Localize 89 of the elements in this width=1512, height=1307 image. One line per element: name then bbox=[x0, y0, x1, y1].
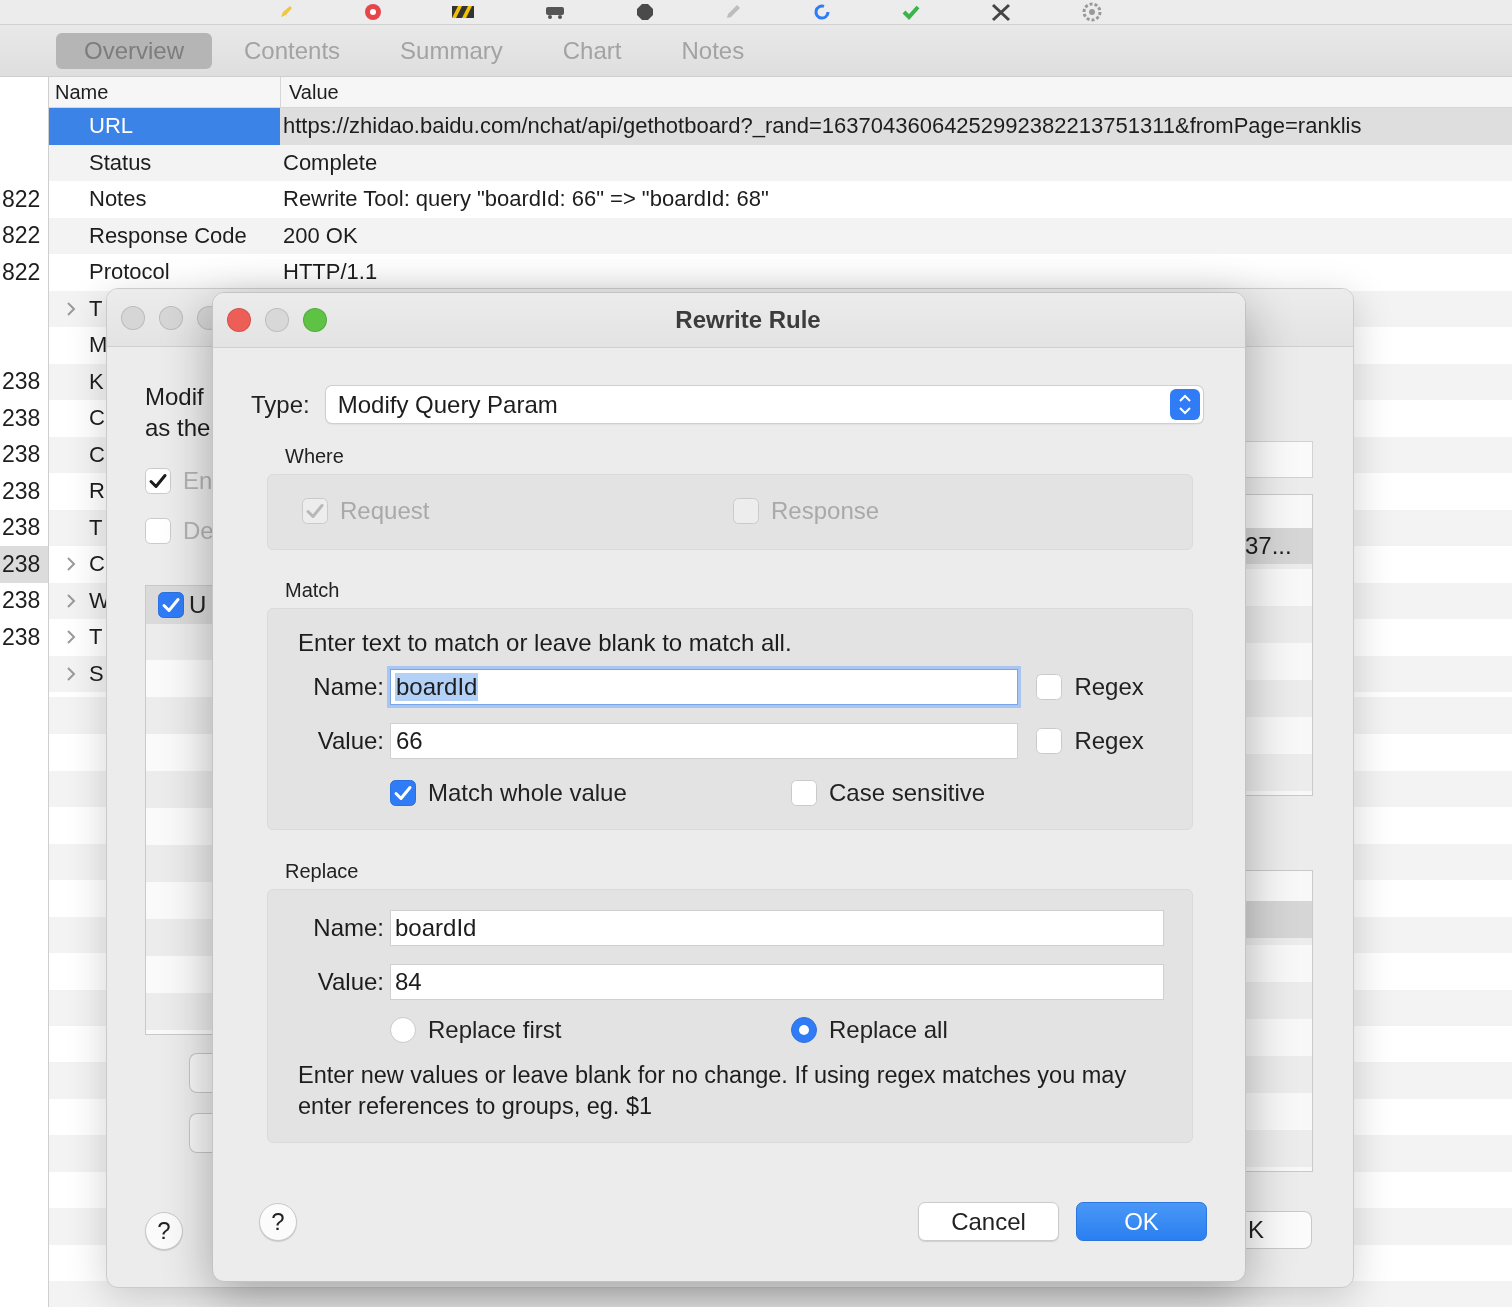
cart-icon[interactable] bbox=[544, 5, 566, 19]
type-label: Type: bbox=[251, 390, 310, 419]
chevron-icon[interactable] bbox=[66, 300, 76, 317]
field-label: Value: bbox=[316, 968, 384, 996]
session-number[interactable]: 238 bbox=[0, 400, 48, 437]
option-label: Match whole value bbox=[428, 779, 627, 807]
session-number[interactable]: 822 bbox=[0, 217, 48, 254]
property-value: HTTP/1.1 bbox=[282, 258, 379, 287]
option-label: Regex bbox=[1074, 727, 1144, 755]
property-name[interactable]: URL bbox=[49, 108, 280, 145]
field-label: Value: bbox=[316, 727, 384, 755]
radio-button[interactable] bbox=[390, 1017, 416, 1043]
session-number[interactable]: 822 bbox=[0, 181, 48, 218]
chevron-icon[interactable] bbox=[66, 665, 76, 682]
checkbox[interactable] bbox=[145, 468, 171, 494]
record-icon[interactable] bbox=[364, 3, 382, 21]
input-field[interactable]: boardId bbox=[390, 669, 1019, 705]
session-number[interactable]: 238 bbox=[0, 436, 48, 473]
type-select[interactable]: Modify Query Param bbox=[325, 386, 1203, 423]
cancel-button[interactable]: Cancel bbox=[918, 1202, 1059, 1241]
input-field[interactable]: 66 bbox=[390, 723, 1019, 759]
property-value: https://zhidao.baidu.com/nchat/api/gethotboard?_rand=16370436064252992382213751311&fromPage=ranklis bbox=[280, 108, 1512, 145]
help-button[interactable]: ? bbox=[145, 1212, 183, 1250]
input-field[interactable]: boardId bbox=[390, 910, 1164, 946]
refresh-icon[interactable] bbox=[812, 2, 832, 22]
description-text: as the bbox=[145, 413, 212, 443]
property-value: Complete bbox=[282, 148, 379, 177]
barrier-icon[interactable] bbox=[452, 6, 474, 18]
description-text: Modif bbox=[145, 382, 205, 412]
close-icon[interactable] bbox=[121, 305, 145, 330]
column-header[interactable]: Name bbox=[49, 77, 281, 107]
property-name[interactable]: Status bbox=[49, 144, 280, 181]
checkbox[interactable] bbox=[791, 780, 817, 806]
pen-icon[interactable] bbox=[724, 3, 742, 21]
property-value: 200 OK bbox=[282, 221, 359, 250]
close-icon[interactable] bbox=[227, 308, 251, 332]
field-label: Name: bbox=[312, 673, 384, 701]
chevron-icon[interactable] bbox=[66, 556, 76, 573]
help-text: Enter new values or leave blank for no change. If using regex matches you may enter references to groups, eg. $1 bbox=[298, 1061, 1128, 1121]
chevron-icon[interactable] bbox=[66, 629, 76, 646]
section-title: Match bbox=[285, 579, 341, 602]
button[interactable] bbox=[189, 1113, 212, 1153]
session-number[interactable]: 238 bbox=[0, 582, 48, 619]
option-label: Case sensitive bbox=[829, 779, 986, 807]
option-label: Response bbox=[771, 497, 880, 525]
checkbox[interactable] bbox=[1036, 728, 1063, 754]
zoom-icon[interactable] bbox=[303, 308, 327, 332]
checkbox[interactable] bbox=[390, 780, 416, 806]
gear-icon[interactable] bbox=[1082, 2, 1102, 22]
option-label: De bbox=[183, 517, 212, 545]
property-value: Rewrite Tool: query "boardId: 66" => "boardId: 68" bbox=[282, 185, 770, 214]
option-label: Request bbox=[340, 497, 430, 525]
property-name[interactable]: Response Code bbox=[49, 217, 280, 254]
session-number[interactable]: 238 bbox=[0, 473, 48, 510]
column-header[interactable]: Value bbox=[281, 77, 339, 107]
option-label: Replace all bbox=[829, 1016, 948, 1044]
session-number[interactable]: 238 bbox=[0, 509, 48, 546]
button[interactable] bbox=[189, 1053, 212, 1093]
chevron-icon[interactable] bbox=[66, 592, 76, 609]
hint-text: Enter text to match or leave blank to match all. bbox=[298, 629, 793, 657]
stop-icon[interactable] bbox=[636, 3, 654, 21]
section-title: Where bbox=[285, 445, 345, 468]
session-number[interactable]: 238 bbox=[0, 546, 48, 583]
pencil-icon[interactable] bbox=[278, 4, 294, 20]
session-number[interactable]: 238 bbox=[0, 619, 48, 656]
checkbox[interactable] bbox=[145, 518, 171, 544]
checkbox[interactable] bbox=[1036, 674, 1063, 700]
property-name[interactable]: Protocol bbox=[49, 254, 280, 291]
session-number[interactable]: 822 bbox=[0, 254, 48, 291]
window-title: Rewrite Rule bbox=[674, 306, 822, 334]
input-field[interactable] bbox=[1245, 441, 1313, 478]
minimize-icon[interactable] bbox=[159, 305, 183, 330]
check-icon[interactable] bbox=[902, 4, 920, 20]
option-label: En bbox=[183, 467, 212, 495]
tools-icon[interactable] bbox=[990, 2, 1012, 22]
ok-button[interactable]: K bbox=[1245, 1211, 1312, 1249]
section-title: Replace bbox=[285, 860, 360, 883]
property-name[interactable]: Notes bbox=[49, 181, 280, 218]
input-field[interactable]: 84 bbox=[390, 964, 1164, 1000]
minimize-icon[interactable] bbox=[265, 308, 289, 332]
stepper-icon[interactable] bbox=[1170, 389, 1200, 420]
checkbox[interactable] bbox=[158, 592, 184, 618]
option-label: Regex bbox=[1074, 673, 1144, 701]
field-label: Name: bbox=[312, 914, 384, 942]
session-number[interactable]: 238 bbox=[0, 363, 48, 400]
table-cell[interactable]: 37... bbox=[1245, 528, 1312, 564]
radio-button[interactable] bbox=[791, 1017, 817, 1043]
option-label: Replace first bbox=[428, 1016, 562, 1044]
help-button[interactable]: ? bbox=[259, 1202, 297, 1241]
